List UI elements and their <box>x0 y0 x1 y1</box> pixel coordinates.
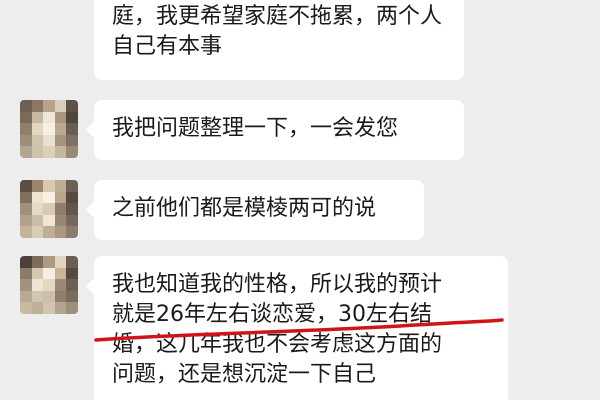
avatar-pixel <box>54 302 67 314</box>
avatar-pixel <box>43 203 55 215</box>
avatar-pixel <box>20 226 32 238</box>
avatar-pixel <box>20 203 32 215</box>
blurred-avatar-icon[interactable] <box>20 180 78 238</box>
avatar-pixel <box>54 123 67 135</box>
avatar-pixel <box>66 191 78 204</box>
avatar-pixel <box>20 134 32 147</box>
avatar-pixel <box>20 123 32 135</box>
avatar-pixel <box>66 123 78 135</box>
avatar-pixel <box>43 279 55 291</box>
avatar-pixel <box>31 111 44 124</box>
avatar-pixel <box>66 279 78 291</box>
avatar-pixel <box>31 146 44 158</box>
avatar-pixel <box>54 180 67 192</box>
avatar-pixel <box>66 226 78 238</box>
avatar-pixel <box>43 214 55 227</box>
avatar-pixel <box>43 191 55 204</box>
avatar-pixel <box>31 302 44 314</box>
avatar-pixel <box>66 203 78 215</box>
avatar-pixel <box>54 290 67 303</box>
avatar-pixel <box>66 180 78 192</box>
avatar-pixel <box>20 302 32 314</box>
avatar-pixel <box>20 111 32 124</box>
avatar-pixel <box>31 203 44 215</box>
avatar-pixel <box>54 191 67 204</box>
avatar-pixel <box>66 302 78 314</box>
avatar-pixel <box>54 100 67 112</box>
chat-window: 庭，我更希望家庭不拖累，两个人 自己有本事 我把问题整理一下，一会发您 之前他们… <box>0 0 600 400</box>
avatar-pixel <box>20 100 32 112</box>
avatar-pixel <box>43 267 55 280</box>
avatar-pixel <box>66 256 78 268</box>
message-bubble[interactable]: 之前他们都是模棱两可的说 <box>86 180 424 240</box>
avatar-pixel <box>31 123 44 135</box>
blurred-avatar-icon[interactable] <box>20 100 78 158</box>
message-bubble[interactable]: 我也知道我的性格，所以我的预计 就是26年左右谈恋爱，30左右结 婚，这几年我也… <box>86 256 508 400</box>
avatar-pixel <box>31 191 44 204</box>
message-text: 问题，还是想沉淀一下自己 <box>112 362 377 387</box>
avatar-pixel <box>43 180 55 192</box>
avatar-pixel <box>31 214 44 227</box>
avatar-pixel <box>31 290 44 303</box>
message-text: 自己有本事 <box>112 34 223 59</box>
avatar-pixel <box>31 180 44 192</box>
avatar-pixel <box>20 146 32 158</box>
blurred-avatar-icon[interactable] <box>20 256 78 314</box>
avatar-pixel <box>20 180 32 192</box>
avatar-pixel <box>31 100 44 112</box>
avatar-pixel <box>31 279 44 291</box>
avatar-pixel <box>66 290 78 303</box>
message-bubble[interactable]: 我把问题整理一下，一会发您 <box>86 100 464 160</box>
message-text: 我也知道我的性格，所以我的预计 <box>112 272 443 297</box>
avatar-pixel <box>66 214 78 227</box>
message-text: 庭，我更希望家庭不拖累，两个人 <box>112 4 443 29</box>
avatar-pixel <box>31 226 44 238</box>
avatar-pixel <box>20 279 32 291</box>
avatar-pixel <box>43 134 55 147</box>
avatar-pixel <box>54 146 67 158</box>
avatar-pixel <box>31 267 44 280</box>
message-text: 就是26年左右谈恋爱，30左右结 <box>112 302 432 327</box>
avatar-pixel <box>43 302 55 314</box>
message-text: 我把问题整理一下，一会发您 <box>112 116 399 141</box>
message-bubble[interactable]: 庭，我更希望家庭不拖累，两个人 自己有本事 <box>94 0 464 80</box>
avatar-pixel <box>43 100 55 112</box>
avatar-pixel <box>54 226 67 238</box>
avatar-pixel <box>20 290 32 303</box>
avatar-pixel <box>66 146 78 158</box>
avatar-pixel <box>43 146 55 158</box>
avatar-pixel <box>54 134 67 147</box>
avatar-pixel <box>66 100 78 112</box>
avatar-pixel <box>43 256 55 268</box>
avatar-pixel <box>43 290 55 303</box>
avatar-pixel <box>20 256 32 268</box>
avatar-pixel <box>31 256 44 268</box>
avatar-pixel <box>54 256 67 268</box>
avatar-pixel <box>54 279 67 291</box>
message-text: 之前他们都是模棱两可的说 <box>112 196 377 221</box>
avatar-pixel <box>66 134 78 147</box>
avatar-pixel <box>66 111 78 124</box>
message-text: 婚，这几年我也不会考虑这方面的 <box>112 332 443 357</box>
avatar-pixel <box>54 214 67 227</box>
avatar-pixel <box>54 203 67 215</box>
avatar-pixel <box>43 226 55 238</box>
avatar-pixel <box>66 267 78 280</box>
avatar-pixel <box>20 191 32 204</box>
avatar-pixel <box>43 111 55 124</box>
avatar-pixel <box>20 214 32 227</box>
avatar-pixel <box>43 123 55 135</box>
avatar-pixel <box>54 267 67 280</box>
avatar-pixel <box>20 267 32 280</box>
avatar-pixel <box>54 111 67 124</box>
avatar-pixel <box>31 134 44 147</box>
